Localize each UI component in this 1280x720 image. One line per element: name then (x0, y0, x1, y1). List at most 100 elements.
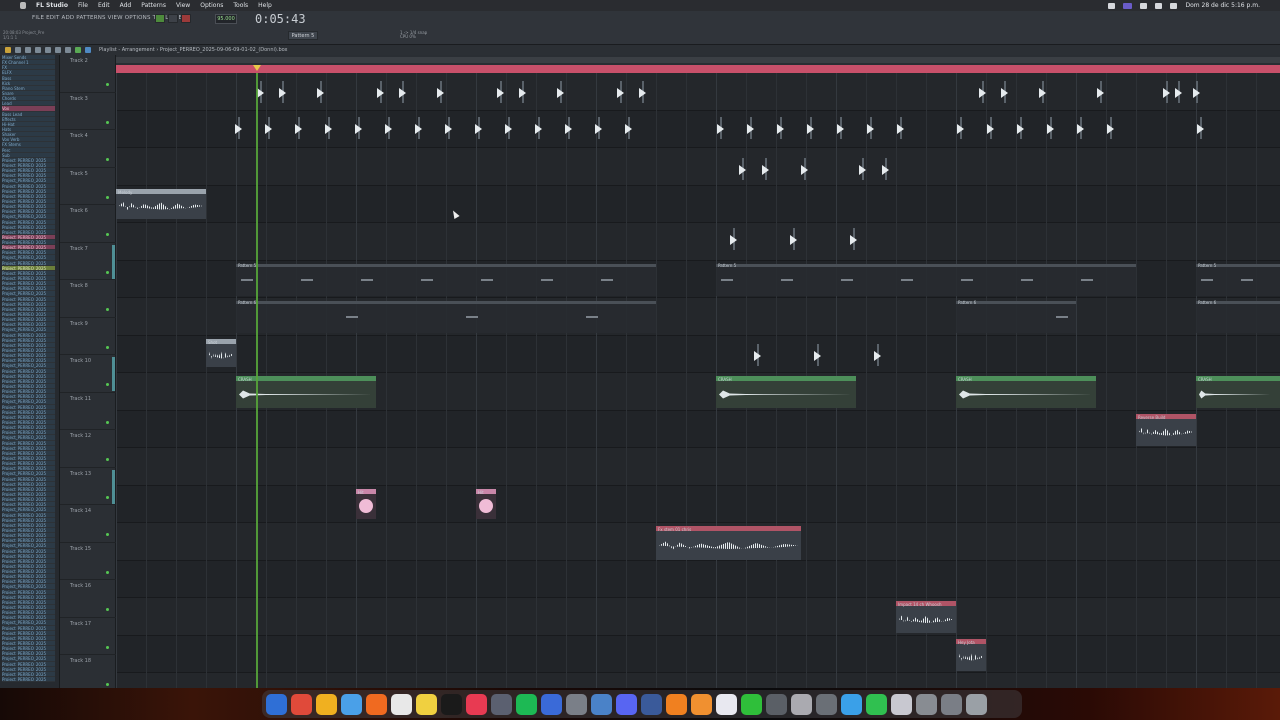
mute-tool-icon[interactable] (35, 47, 41, 53)
note-clip[interactable] (278, 81, 288, 103)
tempo-display[interactable]: 95.000 (215, 14, 237, 24)
slice-tool-icon[interactable] (45, 47, 51, 53)
playlist-clip[interactable]: Hit (476, 488, 496, 519)
note-clip[interactable] (1196, 116, 1206, 139)
note-clip[interactable] (264, 116, 274, 139)
track-header[interactable]: Track 18 (60, 655, 116, 693)
menu-tools[interactable]: Tools (233, 2, 248, 9)
track-header[interactable]: Track 9 (60, 318, 116, 355)
note-clip[interactable] (858, 158, 868, 180)
track-mute-led[interactable] (106, 533, 109, 536)
playhead-marker[interactable] (253, 65, 261, 71)
note-clip[interactable] (616, 81, 626, 103)
dock-app-icon[interactable] (466, 693, 487, 715)
track-header[interactable]: Track 6 (60, 205, 116, 243)
playlist-clip[interactable]: Melody (116, 188, 206, 219)
playback-tool-icon[interactable] (75, 47, 81, 53)
dock-app-icon[interactable] (591, 693, 612, 715)
dock-app-icon[interactable] (541, 693, 562, 715)
note-clip[interactable] (956, 116, 966, 139)
snap-tool-icon[interactable] (85, 47, 91, 53)
note-clip[interactable] (376, 81, 386, 103)
track-header[interactable]: Track 11 (60, 393, 116, 430)
track-mute-led[interactable] (106, 308, 109, 311)
track-mute-led[interactable] (106, 83, 109, 86)
menu-add[interactable]: Add (120, 2, 132, 9)
draw-tool-icon[interactable] (5, 47, 11, 53)
playlist-clip[interactable]: CRASH (1196, 376, 1280, 408)
track-header[interactable]: Track 16 (60, 580, 116, 618)
dock-app-icon[interactable] (516, 693, 537, 715)
dock-app-icon[interactable] (941, 693, 962, 715)
track-header[interactable]: Track 8 (60, 280, 116, 318)
note-clip[interactable] (761, 158, 771, 180)
menu-edit[interactable]: Edit (98, 2, 110, 9)
track-header[interactable]: Track 10 (60, 355, 116, 393)
dock-app-icon[interactable] (891, 693, 912, 715)
note-clip[interactable] (474, 116, 484, 139)
note-clip[interactable] (813, 343, 823, 366)
track-header[interactable]: Track 2 (60, 55, 116, 93)
note-clip[interactable] (866, 116, 876, 139)
paint-tool-icon[interactable] (15, 47, 21, 53)
menu-patterns[interactable]: Patterns (141, 2, 166, 9)
browser-item[interactable]: Project_PERREO_2025 (2, 677, 55, 683)
note-clip[interactable] (881, 158, 891, 180)
dock-app-icon[interactable] (291, 693, 312, 715)
track-mute-led[interactable] (106, 383, 109, 386)
dock-app-icon[interactable] (741, 693, 762, 715)
track-mute-led[interactable] (106, 270, 109, 274)
dock-app-icon[interactable] (791, 693, 812, 715)
playlist-clip[interactable]: Impact 14 ch Whoosh (896, 601, 956, 633)
menu-app-name[interactable]: FL Studio (36, 2, 68, 9)
note-clip[interactable] (849, 228, 859, 250)
track-mute-led[interactable] (106, 495, 109, 499)
note-clip[interactable] (746, 116, 756, 139)
apple-icon[interactable] (20, 2, 26, 9)
timeline-bar[interactable] (116, 65, 1280, 73)
track-header[interactable]: Track 4 (60, 130, 116, 168)
playlist-clip[interactable]: Pattern 5 (716, 263, 1136, 296)
note-clip[interactable] (504, 116, 514, 139)
note-clip[interactable] (414, 116, 424, 139)
note-clip[interactable] (324, 116, 334, 139)
dock-app-icon[interactable] (566, 693, 587, 715)
playlist-clip[interactable]: Shot (206, 338, 236, 367)
dock-app-icon[interactable] (691, 693, 712, 715)
dock-app-icon[interactable] (616, 693, 637, 715)
note-clip[interactable] (354, 116, 364, 139)
note-clip[interactable] (1106, 116, 1116, 139)
track-selector[interactable] (112, 469, 115, 504)
pattern-selector[interactable]: Pattern 5 (288, 31, 318, 40)
note-clip[interactable] (800, 158, 810, 180)
note-clip[interactable] (496, 81, 506, 103)
play-button[interactable] (155, 14, 165, 23)
note-clip[interactable] (873, 343, 883, 366)
dock-app-icon[interactable] (841, 693, 862, 715)
note-clip[interactable] (776, 116, 786, 139)
track-mute-led[interactable] (106, 458, 109, 461)
track-selector[interactable] (112, 244, 115, 279)
track-mute-led[interactable] (106, 570, 109, 574)
track-mute-led[interactable] (106, 120, 109, 124)
zoom-tool-icon[interactable] (65, 47, 71, 53)
track-mute-led[interactable] (106, 233, 109, 236)
dock-app-icon[interactable] (866, 693, 887, 715)
note-clip[interactable] (518, 81, 528, 103)
ruler[interactable] (116, 55, 1280, 65)
track-header[interactable]: Track 17 (60, 618, 116, 655)
playlist-clip[interactable]: Pattern 5 (236, 263, 656, 296)
dock-app-icon[interactable] (316, 693, 337, 715)
track-mute-led[interactable] (106, 195, 109, 199)
note-clip[interactable] (1096, 81, 1106, 103)
playlist-clip[interactable]: Hit (356, 488, 376, 519)
menu-help[interactable]: Help (258, 2, 272, 9)
dock-app-icon[interactable] (641, 693, 662, 715)
track-mute-led[interactable] (106, 420, 109, 424)
track-mute-led[interactable] (106, 683, 109, 686)
note-clip[interactable] (806, 116, 816, 139)
track-header[interactable]: Track 15 (60, 543, 116, 580)
track-header[interactable]: Track 3 (60, 93, 116, 130)
track-mute-led[interactable] (106, 645, 109, 649)
horizontal-scrollbar[interactable] (116, 57, 1280, 63)
